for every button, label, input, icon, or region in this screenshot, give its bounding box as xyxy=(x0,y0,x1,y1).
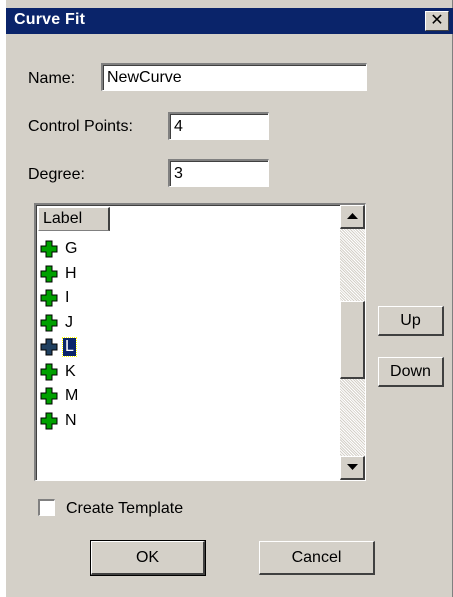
close-button[interactable]: ✕ xyxy=(425,11,449,31)
list-item[interactable]: N xyxy=(40,409,336,434)
cancel-button[interactable]: Cancel xyxy=(259,541,375,575)
list-item[interactable]: H xyxy=(40,262,336,287)
green-plus-icon xyxy=(40,314,58,332)
list-item-label: N xyxy=(65,411,77,429)
name-input[interactable] xyxy=(101,63,367,91)
green-plus-icon xyxy=(40,338,58,356)
list-item-label: M xyxy=(65,387,79,405)
control-point-list[interactable]: Label GHIJLKMN xyxy=(34,203,366,481)
create-template-checkbox[interactable] xyxy=(38,499,55,516)
cancel-button-label: Cancel xyxy=(291,548,342,566)
list-scrollbar[interactable] xyxy=(340,205,365,480)
scroll-down-button[interactable] xyxy=(340,456,365,480)
scroll-up-button[interactable] xyxy=(340,205,365,229)
degree-input[interactable] xyxy=(168,159,269,187)
list-item[interactable]: J xyxy=(40,311,336,336)
list-item-label: K xyxy=(65,362,76,380)
ok-button-label: OK xyxy=(135,548,160,566)
list-item-label: H xyxy=(65,264,77,282)
window-title: Curve Fit xyxy=(14,11,86,28)
list-item-label: L xyxy=(62,337,77,358)
name-label: Name: xyxy=(28,70,76,87)
up-button[interactable]: Up xyxy=(378,306,444,336)
list-item[interactable]: M xyxy=(40,384,336,409)
down-button-label: Down xyxy=(390,362,431,380)
green-plus-icon xyxy=(40,289,58,307)
close-icon: ✕ xyxy=(430,12,444,29)
arrow-down-icon xyxy=(347,464,358,470)
list-item-label: I xyxy=(65,289,70,307)
green-plus-icon xyxy=(40,363,58,381)
green-plus-icon xyxy=(40,412,58,430)
control-points-input[interactable] xyxy=(168,112,269,140)
label-column-header-text: Label xyxy=(43,210,83,227)
list-item[interactable]: I xyxy=(40,286,336,311)
ok-button[interactable]: OK xyxy=(90,540,206,576)
control-points-label: Control Points: xyxy=(28,118,133,135)
green-plus-icon xyxy=(40,265,58,283)
down-button[interactable]: Down xyxy=(378,357,444,387)
green-plus-icon xyxy=(40,387,58,405)
list-rows: GHIJLKMN xyxy=(40,237,336,433)
list-item[interactable]: G xyxy=(40,237,336,262)
list-item-label: J xyxy=(65,313,73,331)
up-button-label: Up xyxy=(400,311,421,329)
title-bar[interactable]: Curve Fit ✕ xyxy=(6,8,453,34)
label-column-header[interactable]: Label xyxy=(38,207,110,231)
list-item-label: G xyxy=(65,240,78,258)
arrow-up-icon xyxy=(347,213,358,219)
list-item[interactable]: K xyxy=(40,360,336,385)
list-item[interactable]: L xyxy=(40,335,336,360)
curve-fit-dialog: Curve Fit ✕ Name: Control Points: Degree… xyxy=(6,0,453,597)
degree-label: Degree: xyxy=(28,166,85,183)
green-plus-icon xyxy=(40,240,58,258)
scroll-thumb[interactable] xyxy=(340,301,365,379)
create-template-label[interactable]: Create Template xyxy=(66,500,183,518)
